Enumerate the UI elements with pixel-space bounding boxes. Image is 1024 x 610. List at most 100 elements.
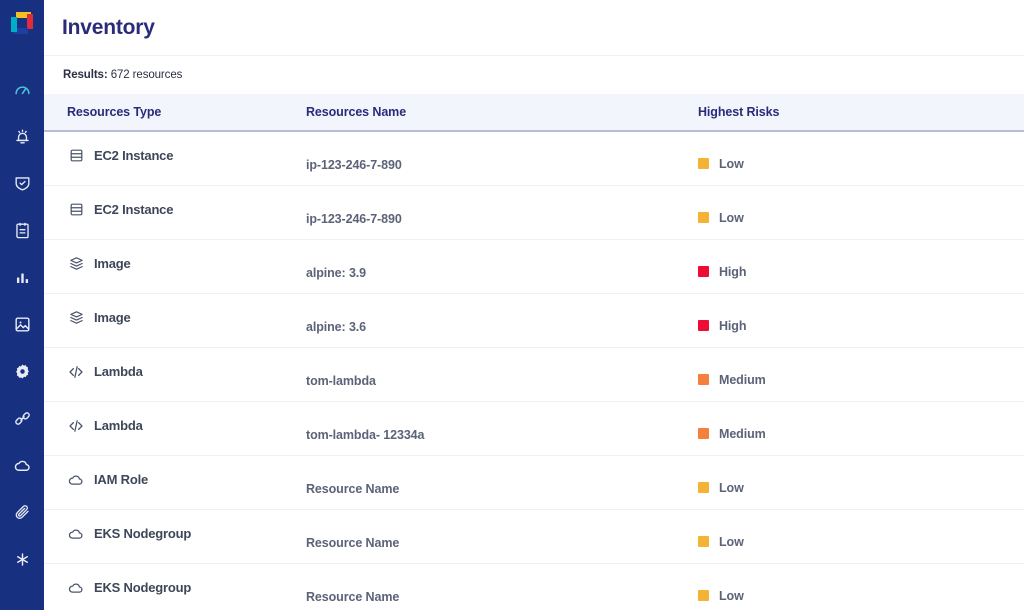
- cell-resources-name: alpine: 3.9: [306, 240, 698, 293]
- cell-resources-name: tom-lambda: [306, 348, 698, 401]
- risk-severity-label: High: [719, 319, 746, 333]
- image-icon: [13, 315, 32, 334]
- sidebar-item-integrations[interactable]: [0, 400, 44, 436]
- cloud-icon: [13, 456, 32, 475]
- alarm-icon: [13, 127, 32, 146]
- bar-chart-icon: [13, 268, 32, 287]
- sidebar-item-analytics[interactable]: [0, 259, 44, 295]
- resources-name-label: tom-lambda: [306, 374, 376, 388]
- sidebar-item-dashboard[interactable]: [0, 71, 44, 107]
- resources-name-label: alpine: 3.6: [306, 320, 366, 334]
- resources-name-label: Resource Name: [306, 590, 399, 604]
- resources-type-label: EC2 Instance: [94, 202, 173, 217]
- results-summary: Results: 672 resources: [63, 69, 182, 81]
- resources-type-label: Image: [94, 310, 131, 325]
- resources-type-label: Image: [94, 256, 131, 271]
- risk-severity-swatch: [698, 212, 709, 223]
- column-header-resources-name[interactable]: Resources Name: [306, 105, 698, 119]
- sidebar-item-images[interactable]: [0, 306, 44, 342]
- table-row[interactable]: IAM RoleResource Name Low: [44, 456, 1024, 510]
- gear-icon: [13, 362, 32, 381]
- sidebar-nav: [0, 71, 44, 588]
- cell-resources-name: Resource Name: [306, 456, 698, 509]
- cell-highest-risk: Low: [698, 510, 1024, 563]
- cell-highest-risk: Medium: [698, 402, 1024, 455]
- resources-name-label: ip-123-246-7-890: [306, 158, 402, 172]
- table-row[interactable]: EKS Nodegroup Resource NameLow: [44, 510, 1024, 564]
- risk-severity-label: Medium: [719, 427, 766, 441]
- shield-check-icon: [13, 174, 32, 193]
- resources-name-label: ip-123-246-7-890: [306, 212, 402, 226]
- table-row[interactable]: EKS Nodegroup Resource Name Low: [44, 564, 1024, 610]
- results-label: Results:: [63, 69, 108, 81]
- risk-severity-swatch: [698, 374, 709, 385]
- table-row[interactable]: Image alpine: 3.9 High: [44, 240, 1024, 294]
- sidebar-item-reports[interactable]: [0, 212, 44, 248]
- table-row[interactable]: Lambdatom-lambda- 12334a Medium: [44, 402, 1024, 456]
- column-header-resources-type[interactable]: Resources Type: [44, 105, 306, 119]
- cell-resources-name: ip-123-246-7-890: [306, 186, 698, 239]
- risk-severity-swatch: [698, 590, 709, 601]
- resources-type-label: EKS Nodegroup: [94, 580, 191, 595]
- sidebar: [0, 0, 44, 610]
- server-icon: [67, 147, 85, 165]
- sidebar-item-attachments[interactable]: [0, 494, 44, 530]
- cell-resources-type: Image: [44, 240, 306, 293]
- table-body: EC2 Instanceip-123-246-7-890LowEC2 Insta…: [44, 132, 1024, 610]
- resources-name-label: tom-lambda- 12334a: [306, 428, 424, 442]
- cell-resources-type: IAM Role: [44, 456, 306, 509]
- layers-icon: [67, 309, 85, 327]
- sidebar-item-tools[interactable]: [0, 541, 44, 577]
- clipboard-icon: [13, 221, 32, 240]
- resources-type-label: Lambda: [94, 364, 143, 379]
- cell-highest-risk: Low: [698, 564, 1024, 610]
- risk-severity-label: Medium: [719, 373, 766, 387]
- cell-resources-type: Image: [44, 294, 306, 347]
- code-icon: [67, 363, 85, 381]
- app-root: Inventory Results: 672 resources Resourc…: [0, 0, 1024, 610]
- risk-severity-swatch: [698, 482, 709, 493]
- resources-type-label: EKS Nodegroup: [94, 526, 191, 541]
- cell-resources-type: Lambda: [44, 348, 306, 401]
- page-title: Inventory: [62, 16, 155, 40]
- cell-highest-risk: Medium: [698, 348, 1024, 401]
- table-header-row: Resources Type Resources Name Highest Ri…: [44, 94, 1024, 132]
- sidebar-item-security[interactable]: [0, 165, 44, 201]
- page-header: Inventory: [44, 0, 1024, 56]
- inventory-table: Resources Type Resources Name Highest Ri…: [44, 94, 1024, 610]
- cell-resources-type: EKS Nodegroup: [44, 564, 306, 610]
- table-row[interactable]: Lambda tom-lambda Medium: [44, 348, 1024, 402]
- cell-resources-name: Resource Name: [306, 510, 698, 563]
- sidebar-item-alerts[interactable]: [0, 118, 44, 154]
- table-row[interactable]: EC2 Instanceip-123-246-7-890Low: [44, 132, 1024, 186]
- risk-severity-swatch: [698, 266, 709, 277]
- cell-resources-type: Lambda: [44, 402, 306, 455]
- cloud-icon: [67, 579, 85, 597]
- cell-resources-type: EKS Nodegroup: [44, 510, 306, 563]
- cell-resources-name: tom-lambda- 12334a: [306, 402, 698, 455]
- paperclip-icon: [13, 503, 32, 522]
- sidebar-item-settings[interactable]: [0, 353, 44, 389]
- results-count: 672 resources: [111, 69, 183, 81]
- sidebar-item-cloud[interactable]: [0, 447, 44, 483]
- risk-severity-swatch: [698, 158, 709, 169]
- cloud-icon: [67, 525, 85, 543]
- logo-segment-right: [27, 14, 33, 29]
- column-header-highest-risks[interactable]: Highest Risks: [698, 105, 1024, 119]
- resources-name-label: Resource Name: [306, 482, 399, 496]
- logo-segment-center: [17, 18, 27, 28]
- table-row[interactable]: EC2 Instance ip-123-246-7-890 Low: [44, 186, 1024, 240]
- risk-severity-label: High: [719, 265, 746, 279]
- cell-resources-type: EC2 Instance: [44, 132, 306, 185]
- cell-highest-risk: Low: [698, 186, 1024, 239]
- risk-severity-swatch: [698, 428, 709, 439]
- cube-logo[interactable]: [8, 9, 36, 37]
- cloud-icon: [67, 471, 85, 489]
- cell-resources-name: ip-123-246-7-890: [306, 132, 698, 185]
- risk-severity-swatch: [698, 536, 709, 547]
- results-bar: Results: 672 resources: [44, 56, 1024, 94]
- table-row[interactable]: Image alpine: 3.6 High: [44, 294, 1024, 348]
- risk-severity-label: Low: [719, 481, 744, 495]
- cell-resources-type: EC2 Instance: [44, 186, 306, 239]
- gauge-icon: [13, 80, 32, 99]
